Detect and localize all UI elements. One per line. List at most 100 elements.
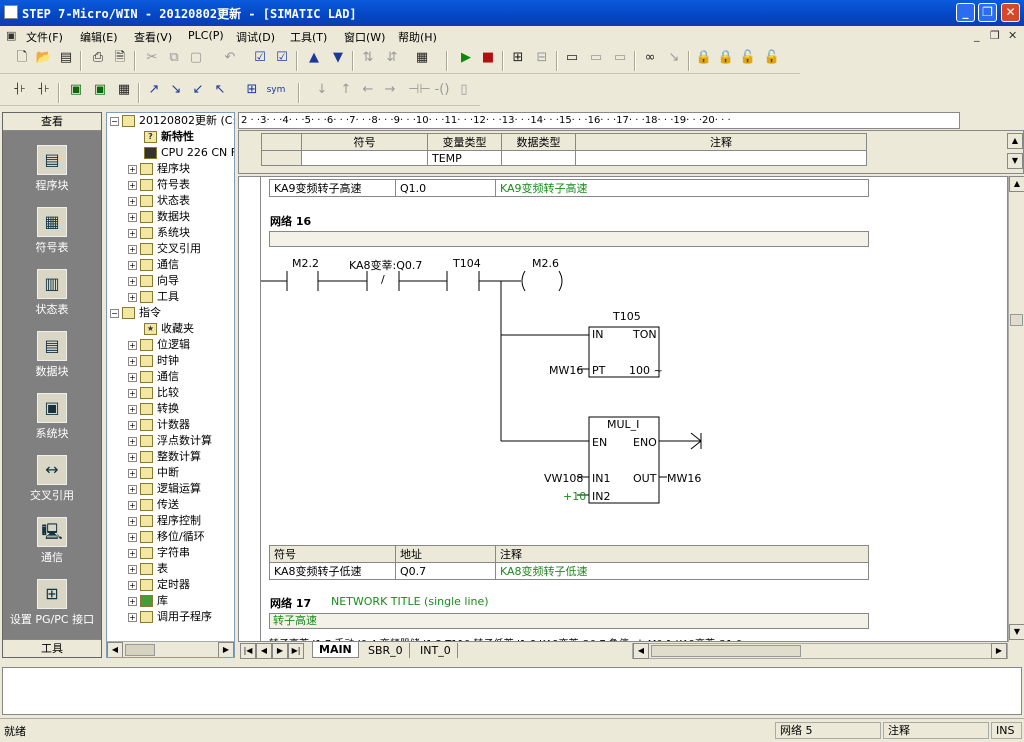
contact-icon[interactable]: ⊣⊢: [408, 80, 431, 100]
editor-hscrollbar[interactable]: ◀ ▶: [632, 643, 1008, 659]
tree-instructions[interactable]: − 指令: [110, 305, 161, 321]
save-all-icon[interactable]: ▤: [56, 48, 76, 68]
timer-name[interactable]: T105: [613, 310, 641, 323]
tree-item[interactable]: ★ 收藏夹: [144, 321, 194, 337]
tree-item[interactable]: + 转换: [128, 401, 179, 417]
line-right-icon[interactable]: ↖: [210, 80, 230, 100]
tree-item[interactable]: + 通信: [128, 369, 179, 385]
col-header-data-type[interactable]: 数据类型: [501, 133, 576, 151]
tab-main[interactable]: MAIN: [312, 642, 359, 658]
scroll-thumb[interactable]: [1010, 314, 1023, 326]
contact-m2-2-label[interactable]: M2.2: [292, 257, 319, 270]
menu-debug[interactable]: 调试(D): [236, 29, 275, 45]
navigation-bar-header[interactable]: 查看: [3, 113, 101, 131]
single-read-icon[interactable]: ▭: [586, 48, 606, 68]
tree-item[interactable]: + 系统块: [128, 225, 190, 241]
close-button[interactable]: ✕: [1001, 3, 1020, 22]
var-comment-cell[interactable]: [575, 150, 867, 166]
tree-item[interactable]: + 逻辑运算: [128, 481, 201, 497]
contact-right-icon[interactable]: →: [380, 80, 400, 100]
mul-name[interactable]: MUL_I: [607, 418, 639, 431]
tree-item[interactable]: + 数据块: [128, 209, 190, 225]
navigation-bar-footer[interactable]: 工具: [3, 639, 101, 657]
nav-pgpc-interface[interactable]: ⊞ 设置 PG/PC 接口: [3, 579, 101, 627]
tree-item[interactable]: + 工具: [128, 289, 179, 305]
menu-view[interactable]: 查看(V): [134, 29, 172, 45]
document-menu-icon[interactable]: ▣: [6, 29, 16, 42]
scroll-up-icon[interactable]: ▲: [1009, 176, 1024, 192]
scroll-right-icon[interactable]: ▶: [218, 642, 234, 657]
var-symbol-cell[interactable]: [301, 150, 428, 166]
options-icon[interactable]: ▦: [412, 48, 432, 68]
network-17-title[interactable]: 网络 17: [270, 595, 311, 611]
nav-cross-reference[interactable]: ↔ 交叉引用: [3, 455, 101, 503]
mdi-close-icon[interactable]: ✕: [1008, 29, 1017, 42]
upload-icon[interactable]: ▲: [304, 48, 324, 68]
tree-item[interactable]: + 表: [128, 561, 168, 577]
mul-in1-source[interactable]: VW108: [544, 472, 583, 485]
network-17-comment[interactable]: 转子高速: [269, 613, 869, 629]
scroll-right-icon[interactable]: ▶: [991, 643, 1007, 659]
tree-item[interactable]: + 位逻辑: [128, 337, 190, 353]
menu-tools[interactable]: 工具(T): [290, 29, 327, 45]
line-left-icon[interactable]: ↙: [188, 80, 208, 100]
status-table-monitor-icon[interactable]: ⊟: [532, 48, 552, 68]
mul-in2-source[interactable]: +10: [563, 490, 586, 503]
tree-item[interactable]: + 浮点数计算: [128, 433, 212, 449]
tree-item[interactable]: + 状态表: [128, 193, 190, 209]
line-down-icon[interactable]: ↗: [144, 80, 164, 100]
menu-help[interactable]: 帮助(H): [398, 29, 437, 45]
undo-icon[interactable]: ↶: [220, 48, 240, 68]
tree-item[interactable]: + 时钟: [128, 353, 179, 369]
open-file-icon[interactable]: 📂: [34, 48, 54, 68]
fbd-view-icon[interactable]: ▦: [114, 80, 134, 100]
contact-down-icon[interactable]: ↓: [312, 80, 332, 100]
tree-item[interactable]: CPU 226 CN F: [144, 145, 234, 161]
nav-system-block[interactable]: ▣ 系统块: [3, 393, 101, 441]
force-icon[interactable]: ∞: [640, 48, 660, 68]
nav-data-block[interactable]: ▤ 数据块: [3, 331, 101, 379]
var-type-cell[interactable]: TEMP: [427, 150, 502, 166]
mdi-minimize-icon[interactable]: _: [974, 29, 980, 42]
tab-sbr0[interactable]: SBR_0: [362, 643, 410, 658]
nav-program-block[interactable]: ▤ 程序块: [3, 145, 101, 193]
scroll-left-icon[interactable]: ◀: [107, 642, 123, 657]
tree-root[interactable]: −20120802更新 (C:: [110, 113, 234, 129]
tree-item[interactable]: + 库: [128, 593, 168, 609]
compile-icon[interactable]: ☑: [250, 48, 270, 68]
col-header-symbol[interactable]: 符号: [301, 133, 428, 151]
stop-icon[interactable]: ■: [478, 48, 498, 68]
trend-view-icon[interactable]: ▭: [562, 48, 582, 68]
scroll-down-icon[interactable]: ▼: [1009, 624, 1024, 640]
symbol-info-icon[interactable]: sym: [266, 80, 286, 100]
tree-item[interactable]: ? 新特性: [144, 129, 194, 145]
col-header-var-type[interactable]: 变量类型: [427, 133, 502, 151]
sort-descending-icon[interactable]: ⇵: [382, 48, 402, 68]
paste-icon[interactable]: ▢: [186, 48, 206, 68]
tree-item[interactable]: + 程序控制: [128, 513, 201, 529]
editor-vscrollbar[interactable]: ▲ ▼: [1008, 176, 1024, 642]
unlock-all-icon[interactable]: 🔓: [738, 48, 758, 68]
nav-status-table[interactable]: ▥ 状态表: [3, 269, 101, 317]
menu-window[interactable]: 窗口(W): [344, 29, 385, 45]
program-status-icon[interactable]: ⊞: [508, 48, 528, 68]
tree-item[interactable]: + 交叉引用: [128, 241, 201, 257]
contact-left-icon[interactable]: ←: [358, 80, 378, 100]
tab-last-icon[interactable]: ▶|: [288, 643, 304, 659]
contact-t104-label[interactable]: T104: [453, 257, 481, 270]
col-header-comment[interactable]: 注释: [575, 133, 867, 151]
tree-item[interactable]: + 通信: [128, 257, 179, 273]
tree-item[interactable]: + 符号表: [128, 177, 190, 193]
menu-file[interactable]: 文件(F): [26, 29, 63, 45]
tree-item[interactable]: + 定时器: [128, 577, 190, 593]
scroll-thumb[interactable]: [651, 645, 801, 657]
network-16-title[interactable]: 网络 16: [270, 213, 311, 229]
network-16-comment[interactable]: [269, 231, 869, 247]
box-icon[interactable]: ▯: [454, 80, 474, 100]
tab-int0[interactable]: INT_0: [414, 643, 458, 658]
new-file-icon[interactable]: 🗋: [12, 48, 32, 68]
lad-editor[interactable]: KA9变频转子高速 Q1.0 KA9变频转子高速 网络 16 M2.2 KA8变…: [238, 176, 1008, 642]
lad-view-icon[interactable]: ▣: [66, 80, 86, 100]
menu-plc[interactable]: PLC(P): [188, 29, 224, 42]
tree-item[interactable]: + 移位/循环: [128, 529, 205, 545]
